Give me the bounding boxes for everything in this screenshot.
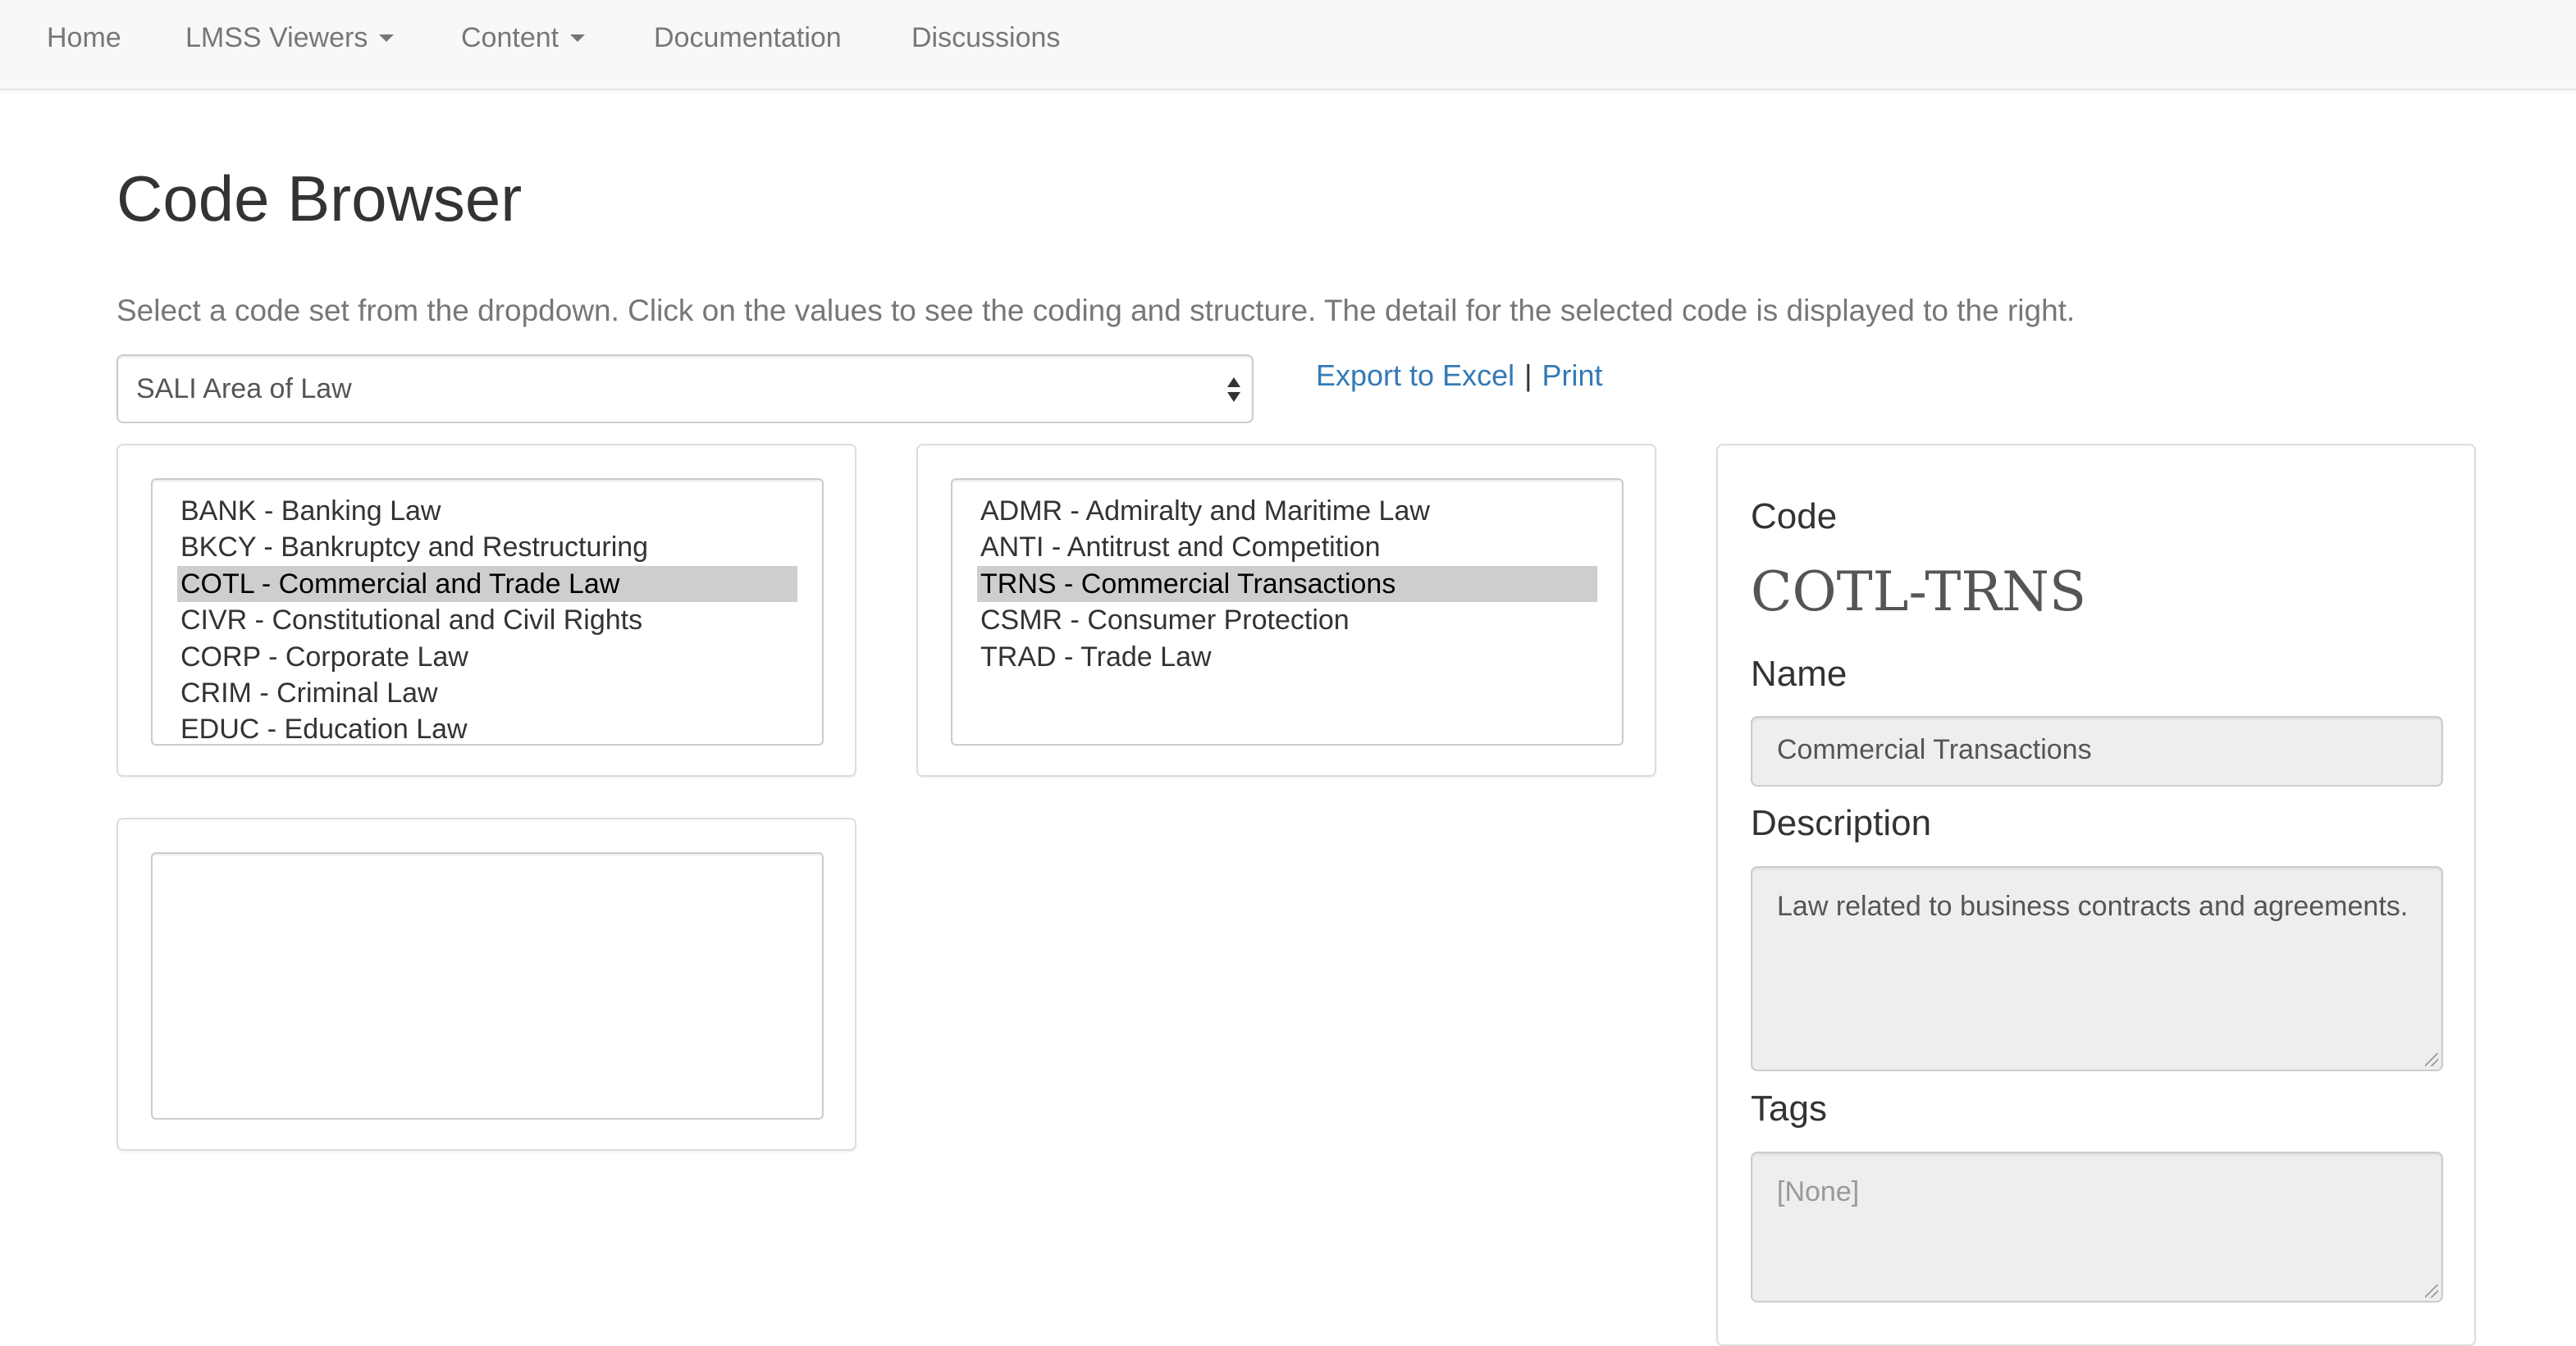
level3-listbox[interactable] bbox=[151, 852, 824, 1120]
intro-text: Select a code set from the dropdown. Cli… bbox=[116, 294, 2076, 327]
level2-option[interactable]: TRNS - Commercial Transactions bbox=[977, 565, 1597, 603]
level1-panel: BANK - Banking Law BKCY - Bankruptcy and … bbox=[116, 444, 856, 777]
level2-option[interactable]: CSMR - Consumer Protection bbox=[977, 602, 1597, 638]
level1-option[interactable]: CRIM - Criminal Law bbox=[177, 675, 797, 711]
level1-option[interactable]: EDUC - Education Law bbox=[177, 711, 797, 744]
description-field[interactable]: Law related to business contracts and ag… bbox=[1751, 866, 2443, 1071]
print-link[interactable]: Print bbox=[1541, 358, 1602, 392]
code-value: COTL-TRNS bbox=[1751, 560, 2087, 623]
codeset-selected-value: SALI Area of Law bbox=[136, 373, 352, 404]
level2-option[interactable]: ADMR - Admiralty and Maritime Law bbox=[977, 493, 1597, 529]
export-excel-link[interactable]: Export to Excel bbox=[1316, 358, 1514, 392]
name-field[interactable]: Commercial Transactions bbox=[1751, 716, 2443, 787]
resize-grip-icon[interactable] bbox=[2425, 1053, 2438, 1066]
code-label: Code bbox=[1751, 496, 1838, 536]
level1-option[interactable]: BKCY - Bankruptcy and Restructuring bbox=[177, 529, 797, 565]
nav-content[interactable]: Content bbox=[461, 15, 586, 61]
level2-listbox[interactable]: ADMR - Admiralty and Maritime Law ANTI - … bbox=[951, 478, 1624, 746]
level1-option[interactable]: BANK - Banking Law bbox=[177, 493, 797, 529]
resize-grip-icon[interactable] bbox=[2425, 1284, 2438, 1298]
codeset-dropdown[interactable]: SALI Area of Law bbox=[116, 354, 1254, 423]
level1-listbox[interactable]: BANK - Banking Law BKCY - Bankruptcy and … bbox=[151, 478, 824, 746]
level1-option[interactable]: CORP - Corporate Law bbox=[177, 639, 797, 675]
level2-option[interactable]: ANTI - Antitrust and Competition bbox=[977, 529, 1597, 565]
export-links: Export to Excel | Print bbox=[1316, 353, 1603, 399]
select-arrows-icon bbox=[1227, 376, 1242, 405]
level1-list: BANK - Banking Law BKCY - Bankruptcy and … bbox=[177, 493, 797, 744]
description-label: Description bbox=[1751, 803, 1932, 843]
caret-down-icon bbox=[570, 34, 586, 42]
level2-panel: ADMR - Admiralty and Maritime Law ANTI - … bbox=[916, 444, 1656, 777]
nav-discussions[interactable]: Discussions bbox=[911, 15, 1060, 61]
link-separator: | bbox=[1524, 358, 1532, 392]
nav-documentation[interactable]: Documentation bbox=[654, 15, 842, 61]
tags-label: Tags bbox=[1751, 1088, 1827, 1129]
caret-down-icon bbox=[379, 34, 395, 42]
level2-list: ADMR - Admiralty and Maritime Law ANTI - … bbox=[977, 493, 1597, 675]
top-navbar: Home LMSS Viewers Content Documentation … bbox=[0, 0, 2576, 90]
page-title: Code Browser bbox=[116, 162, 523, 235]
level2-option[interactable]: TRAD - Trade Law bbox=[977, 639, 1597, 675]
nav-content-label: Content bbox=[461, 22, 560, 53]
detail-panel: Code COTL-TRNS Name Commercial Transacti… bbox=[1716, 444, 2476, 1346]
level3-panel bbox=[116, 818, 856, 1151]
level1-option[interactable]: COTL - Commercial and Trade Law bbox=[177, 565, 797, 603]
tags-field[interactable]: [None] bbox=[1751, 1152, 2443, 1303]
tags-field-value: [None] bbox=[1777, 1176, 1860, 1207]
description-field-value: Law related to business contracts and ag… bbox=[1777, 891, 2409, 922]
level1-option[interactable]: CIVR - Constitutional and Civil Rights bbox=[177, 602, 797, 638]
name-field-value: Commercial Transactions bbox=[1777, 734, 2092, 765]
name-label: Name bbox=[1751, 654, 1848, 694]
nav-lmss-viewers[interactable]: LMSS Viewers bbox=[185, 15, 395, 61]
nav-home[interactable]: Home bbox=[47, 15, 121, 61]
nav-lmss-viewers-label: LMSS Viewers bbox=[185, 22, 368, 53]
